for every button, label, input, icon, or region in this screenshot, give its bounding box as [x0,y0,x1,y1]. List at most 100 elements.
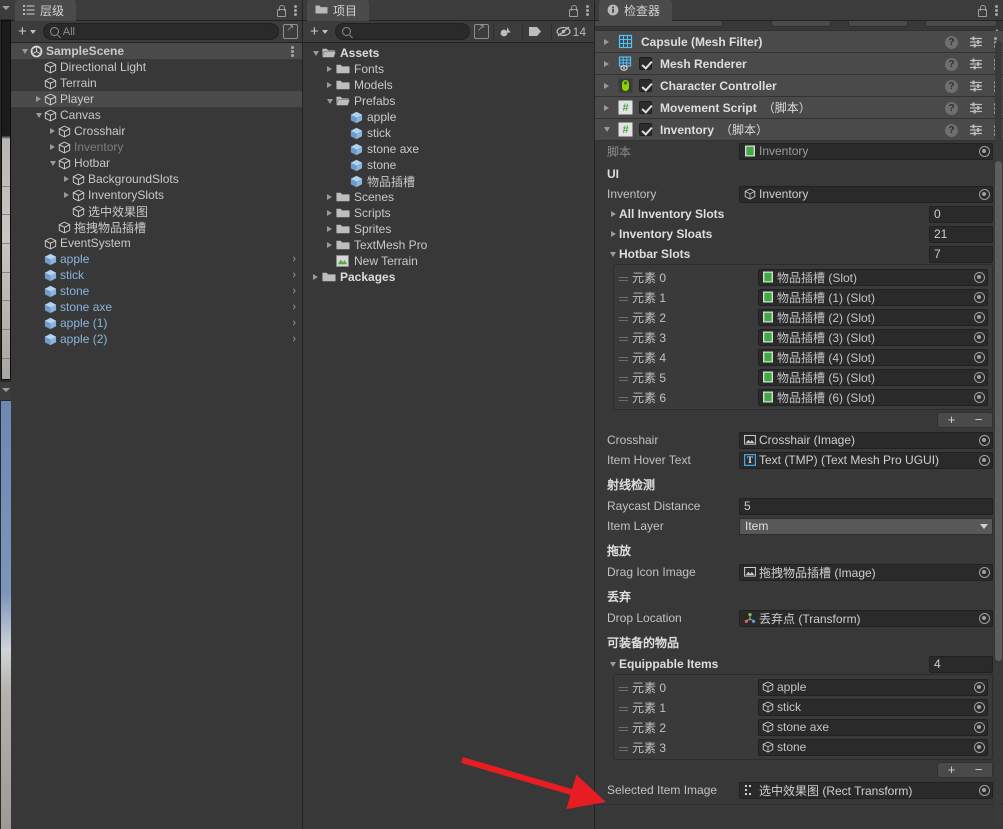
array-element-row[interactable]: 元素 2 物品插槽 (2) (Slot) [614,307,992,327]
chevron-right-icon[interactable] [323,210,336,216]
expand-chevron-icon[interactable]: › [292,253,296,265]
object-picker-icon[interactable] [979,434,990,446]
array-element-row[interactable]: 元素 0 物品插槽 (Slot) [614,267,992,287]
create-asset-button[interactable]: + [307,23,331,41]
chevron-down-icon[interactable] [607,661,619,667]
object-picker-icon[interactable] [979,784,990,796]
chevron-down-icon[interactable] [19,48,30,54]
hierarchy-row-stick[interactable]: stick › [11,267,302,283]
component-header-movement-script[interactable]: # Movement Script （脚本）? [595,97,1003,119]
lock-icon[interactable] [977,5,987,17]
chevron-right-icon[interactable] [323,194,336,200]
component-header-mesh-renderer[interactable]: Mesh Renderer? [595,53,1003,75]
hotbar-slots-size[interactable]: 7 [929,245,993,263]
project-search-input[interactable] [354,25,465,38]
chevron-right-icon[interactable] [47,144,58,150]
hierarchy-row--[interactable]: 选中效果图 [11,203,302,219]
hierarchy-row-terrain[interactable]: Terrain [11,75,302,91]
hierarchy-row-samplescene[interactable]: SampleScene [11,43,302,59]
hierarchy-tree[interactable]: SampleScene Directional Light Terrain Playe… [11,43,302,829]
hierarchy-row-eventsystem[interactable]: EventSystem [11,235,302,251]
tab-hierarchy[interactable]: 层级 [15,0,77,21]
object-picker-icon[interactable] [979,612,990,624]
inventory-field-field[interactable]: Inventory [739,185,993,203]
expand-chevron-icon[interactable]: › [292,317,296,329]
project-row-sprites[interactable]: Sprites [303,221,594,237]
filter-by-label-button[interactable] [521,22,547,41]
drag-handle-icon[interactable] [614,276,632,278]
array-element-field[interactable]: 物品插槽 (2) (Slot) [758,308,988,326]
hierarchy-row-apple-2-[interactable]: apple (2) › [11,331,302,347]
project-tree[interactable]: Assets Fonts Models Prefabs apple stick stone … [303,43,594,829]
object-picker-icon[interactable] [974,271,985,283]
drag-handle-icon[interactable] [614,336,632,338]
chevron-down-icon[interactable] [323,98,336,104]
tab-project[interactable]: 项目 [307,0,370,21]
preset-icon[interactable] [969,36,983,48]
chevron-right-icon[interactable] [607,231,619,237]
preset-icon[interactable] [969,58,983,70]
array-element-field[interactable]: 物品插槽 (6) (Slot) [758,388,988,406]
crosshair-row-field[interactable]: Crosshair (Image) [739,431,993,449]
project-row-stone-axe[interactable]: stone axe [303,141,594,157]
project-menu-icon[interactable] [586,4,589,17]
array-element-row[interactable]: 元素 0 apple [614,677,992,697]
raycast-distance-field[interactable]: 5 [739,497,993,515]
object-picker-icon[interactable] [979,566,990,578]
array-element-row[interactable]: 元素 6 物品插槽 (6) (Slot) [614,387,992,407]
array-element-field[interactable]: 物品插槽 (5) (Slot) [758,368,988,386]
project-row-scenes[interactable]: Scenes [303,189,594,205]
expand-chevron-icon[interactable]: › [292,301,296,313]
chevron-right-icon[interactable] [607,211,619,217]
chevron-right-icon[interactable] [601,60,612,67]
drag-handle-icon[interactable] [614,706,632,708]
chevron-right-icon[interactable] [33,96,44,102]
array-element-row[interactable]: 元素 2 stone axe [614,717,992,737]
array-element-row[interactable]: 元素 4 物品插槽 (4) (Slot) [614,347,992,367]
drag-handle-icon[interactable] [614,726,632,728]
hierarchy-row-player[interactable]: Player [11,91,302,107]
array-element-field[interactable]: 物品插槽 (Slot) [758,268,988,286]
item-hover-text-row-field[interactable]: T Text (TMP) (Text Mesh Pro UGUI) [739,451,993,469]
preset-icon[interactable] [969,124,983,136]
hierarchy-search-box[interactable] [42,23,279,40]
component-enabled-checkbox[interactable] [639,101,652,114]
project-row--[interactable]: 物品插槽 [303,173,594,189]
object-picker-icon[interactable] [979,145,990,157]
help-icon[interactable]: ? [945,123,958,137]
hierarchy-row-apple[interactable]: apple › [11,251,302,267]
component-enabled-checkbox[interactable] [639,123,652,136]
tab-inspector[interactable]: 检查器 [599,0,673,21]
equippable-items[interactable]: Equippable Items 4 [595,654,1003,674]
chevron-right-icon[interactable] [61,176,72,182]
hierarchy-popout-icon[interactable] [283,23,298,39]
drag-handle-icon[interactable] [614,686,632,688]
inspector-menu-icon[interactable] [995,4,998,17]
project-row-textmesh-pro[interactable]: TextMesh Pro [303,237,594,253]
game-view-sliver[interactable] [1,401,11,829]
project-search-box[interactable] [334,23,470,40]
hierarchy-row-crosshair[interactable]: Crosshair [11,123,302,139]
chevron-right-icon[interactable] [323,82,336,88]
object-picker-icon[interactable] [974,351,985,363]
array-element-field[interactable]: stone [758,738,988,756]
array-element-row[interactable]: 元素 1 stick [614,697,992,717]
project-row-assets[interactable]: Assets [303,45,594,61]
create-object-button[interactable]: + [15,23,39,41]
object-picker-icon[interactable] [974,311,985,323]
object-picker-icon[interactable] [974,331,985,343]
component-header-inventory[interactable]: # Inventory （脚本）? [595,119,1003,141]
chevron-right-icon[interactable] [309,274,322,280]
component-header-character-controller[interactable]: Character Controller? [595,75,1003,97]
array-element-row[interactable]: 元素 1 物品插槽 (1) (Slot) [614,287,992,307]
chevron-right-icon[interactable] [323,226,336,232]
chevron-down-icon[interactable] [601,127,612,132]
preset-icon[interactable] [969,102,983,114]
array-add-button[interactable]: + [938,763,965,777]
chevron-right-icon[interactable] [323,66,336,72]
expand-chevron-icon[interactable]: › [292,269,296,281]
inspector-scrollbar[interactable] [995,41,1002,825]
drag-handle-icon[interactable] [614,746,632,748]
help-icon[interactable]: ? [945,101,958,115]
array-element-field[interactable]: 物品插槽 (1) (Slot) [758,288,988,306]
